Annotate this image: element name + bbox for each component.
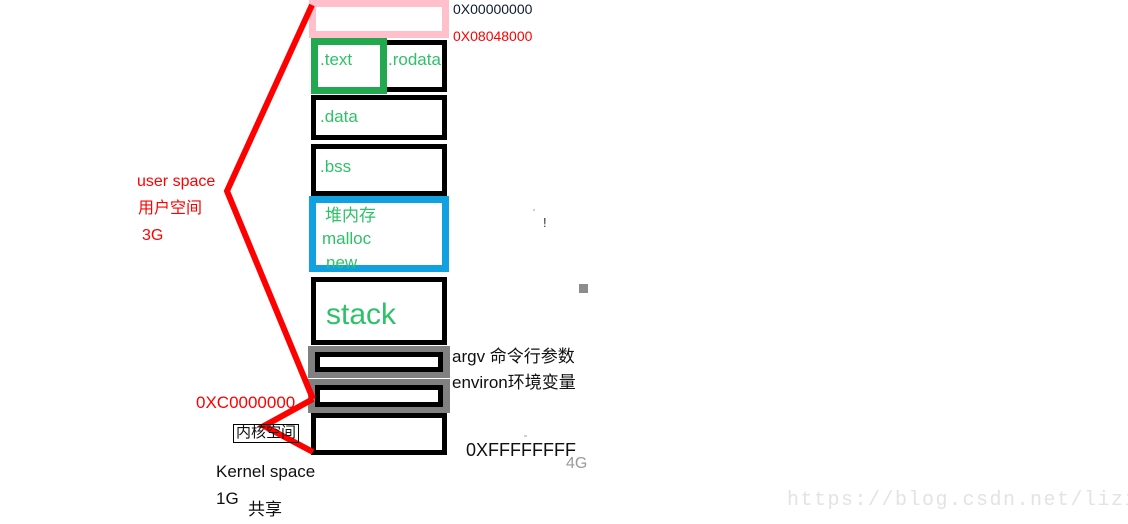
stray-gray-square: [579, 284, 588, 293]
segment-label-stack: stack: [326, 298, 397, 331]
stray-dot-small: [533, 209, 535, 211]
user-space-size: 3G: [142, 227, 164, 244]
kernel-space-shared: 共享: [248, 500, 282, 519]
note-argv: argv 命令行参数: [452, 347, 575, 366]
kernel-space-size: 1G: [216, 489, 239, 508]
segment-box-environ-inner: [315, 385, 443, 407]
stray-exclamation-mark: !: [543, 215, 547, 230]
heap-label-line-2: malloc: [322, 229, 372, 248]
address-bottom: 0XFFFFFFFF: [466, 440, 576, 460]
segment-box-kernel: [311, 413, 447, 455]
user-space-bracket: [223, 3, 316, 401]
address-kernel-start: 0XC0000000: [196, 393, 296, 412]
total-memory-size: 4G: [566, 455, 588, 472]
note-environ: environ环境变量: [452, 373, 576, 392]
kernel-space-label-en: Kernel space: [216, 462, 316, 481]
stray-dot-above-bottom-address: [524, 435, 527, 437]
address-text-start: 0X08048000: [453, 28, 533, 44]
watermark: https://blog.csdn.net/lizigeng123: [787, 489, 1128, 512]
segment-label-bss: .bss: [320, 157, 352, 176]
segment-box-argv-inner: [315, 352, 443, 372]
user-space-label-zh: 用户空间: [138, 200, 203, 217]
heap-label-line-3: new: [326, 253, 358, 272]
segment-box-reserved: [309, 0, 449, 38]
diagram-canvas: .rodata .text .data .bss 堆内存 malloc new …: [0, 0, 1128, 524]
segment-label-text: .text: [320, 50, 353, 69]
kernel-space-label-zh: 内核空间: [233, 424, 300, 443]
segment-label-rodata: .rodata: [388, 50, 441, 69]
segment-label-data: .data: [320, 107, 358, 126]
heap-label-line-1: 堆内存: [325, 206, 376, 225]
user-space-label-en: user space: [137, 173, 216, 190]
address-top: 0X00000000: [453, 1, 533, 17]
